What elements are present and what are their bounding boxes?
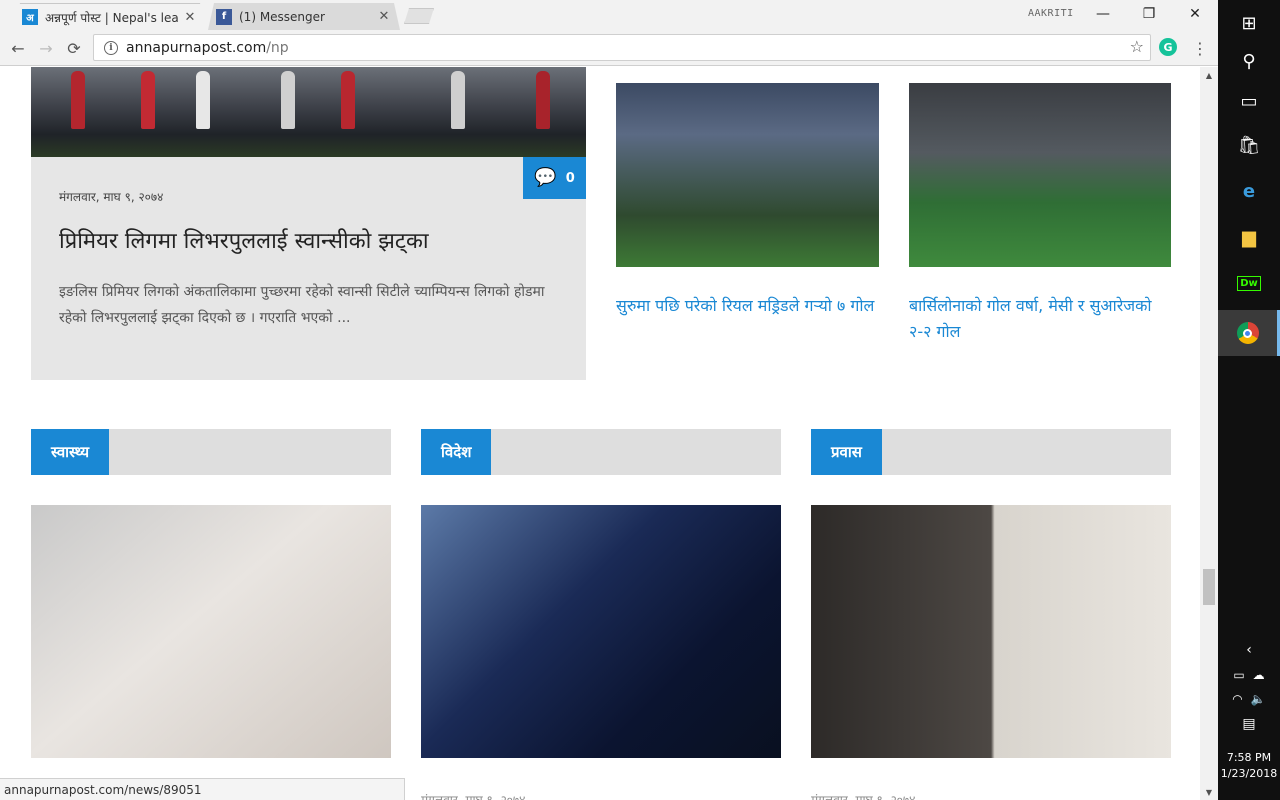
profile-name[interactable]: AAKRITI	[1028, 8, 1074, 19]
category-bar-diaspora: प्रवास	[811, 429, 1171, 475]
page-viewport: 💬 0 मंगलवार, माघ ९, २०७४ प्रिमियर लिगमा …	[0, 67, 1200, 800]
taskbar-clock[interactable]: 7:58 PM 1/23/2018	[1218, 750, 1280, 782]
tray-row-1: ▭ ☁	[1218, 668, 1280, 682]
forward-arrow-icon[interactable]: →	[34, 36, 58, 60]
close-tab-icon[interactable]: ✕	[376, 9, 392, 24]
bookmark-star-icon[interactable]: ☆	[1130, 37, 1144, 56]
url-path: /np	[266, 39, 289, 56]
diaspora-article-image[interactable]	[811, 505, 1171, 758]
category-bar-world: विदेश	[421, 429, 781, 475]
barcelona-news-image[interactable]	[909, 83, 1171, 267]
page-scrollbar[interactable]: ▲ ▼	[1200, 67, 1218, 800]
battery-icon[interactable]: ▭	[1233, 668, 1244, 682]
task-view-icon[interactable]: ▭	[1218, 78, 1280, 124]
browser-tab-strip: अ अन्नपूर्ण पोस्ट | Nepal's lea ✕ f (1) …	[0, 0, 1218, 30]
back-arrow-icon[interactable]: ←	[6, 36, 30, 60]
article-date: मंगलवार, माघ ९, २०७४	[59, 190, 164, 204]
comments-icon: 💬	[534, 167, 557, 188]
health-article-image[interactable]	[31, 505, 391, 758]
site-info-icon[interactable]: i	[104, 40, 118, 55]
facebook-favicon-icon: f	[216, 9, 232, 25]
scroll-down-icon[interactable]: ▼	[1200, 784, 1218, 800]
article-date: मंगलवार, माघ ९, २०७४	[811, 793, 916, 800]
show-hidden-icons-chevron-icon[interactable]: ‹	[1218, 642, 1280, 658]
comment-count-badge[interactable]: 💬 0	[523, 157, 586, 199]
news-title-link[interactable]: सुरुमा पछि परेको रियल मड्रिडले गर्‍यो ७ …	[616, 293, 879, 319]
tab-messenger[interactable]: f (1) Messenger ✕	[208, 3, 400, 30]
tab-title: अन्नपूर्ण पोस्ट | Nepal's lea	[45, 10, 179, 25]
url-host: annapurnapost.com	[126, 39, 267, 56]
chrome-menu-icon[interactable]: ⋮	[1192, 36, 1208, 60]
new-tab-button[interactable]	[404, 8, 434, 24]
category-bar-health: स्वास्थ्य	[31, 429, 391, 475]
link-status-bubble: annapurnapost.com/news/89051	[0, 778, 405, 800]
article-date: मंगलवार, माघ ९, २०७४	[421, 793, 526, 800]
featured-article-card: 💬 0 मंगलवार, माघ ९, २०७४ प्रिमियर लिगमा …	[31, 157, 586, 380]
article-title[interactable]: प्रिमियर लिगमा लिभरपुललाई स्वान्सीको झट्…	[59, 225, 429, 255]
news-title-link[interactable]: बार्सिलोनाको गोल वर्षा, मेसी र सुआरेजको …	[909, 293, 1172, 345]
annapurna-favicon-icon: अ	[22, 9, 38, 25]
restore-icon[interactable]: ❐	[1126, 0, 1172, 28]
url-text: annapurnapost.com/np	[126, 40, 289, 56]
grammarly-extension-icon[interactable]: G	[1159, 38, 1177, 56]
featured-article-image[interactable]	[31, 67, 586, 157]
windows-taskbar: ⊞ ⚲ ▭ 🛍 e ▆ Dw ‹ ▭ ☁ ◠ 🔈 ▤ 7:58 PM 1/23/…	[1218, 0, 1280, 800]
onedrive-cloud-icon[interactable]: ☁	[1253, 668, 1265, 682]
dreamweaver-icon[interactable]: Dw	[1218, 260, 1280, 306]
reload-icon[interactable]: ⟳	[62, 36, 86, 60]
edge-browser-icon[interactable]: e	[1218, 168, 1280, 214]
category-label-world[interactable]: विदेश	[421, 429, 492, 475]
real-madrid-news-image[interactable]	[616, 83, 879, 267]
store-icon[interactable]: 🛍	[1218, 122, 1280, 168]
comment-count: 0	[565, 170, 575, 186]
tab-annapurna-post[interactable]: अ अन्नपूर्ण पोस्ट | Nepal's lea ✕	[14, 3, 206, 30]
address-bar[interactable]: i annapurnapost.com/np ☆	[93, 34, 1151, 61]
world-article-image[interactable]	[421, 505, 781, 758]
scrollbar-thumb[interactable]	[1203, 569, 1215, 605]
browser-toolbar: ← → ⟳ i annapurnapost.com/np ☆ G ⋮	[0, 30, 1218, 66]
category-label-diaspora[interactable]: प्रवास	[811, 429, 882, 475]
category-label-health[interactable]: स्वास्थ्य	[31, 429, 110, 475]
clock-time: 7:58 PM	[1226, 751, 1272, 764]
scroll-up-icon[interactable]: ▲	[1200, 67, 1218, 83]
tray-row-2: ◠ 🔈	[1218, 692, 1280, 706]
clock-date: 1/23/2018	[1220, 767, 1278, 780]
wifi-icon[interactable]: ◠	[1232, 692, 1242, 706]
file-explorer-icon[interactable]: ▆	[1218, 214, 1280, 260]
tab-title: (1) Messenger	[239, 9, 325, 24]
article-excerpt: इङलिस प्रिमियर लिगको अंकतालिकामा पुच्छरम…	[59, 284, 545, 326]
close-window-icon[interactable]: ✕	[1172, 0, 1218, 28]
close-tab-icon[interactable]: ✕	[182, 10, 198, 25]
chrome-icon[interactable]	[1218, 310, 1280, 356]
screen: अ अन्नपूर्ण पोस्ट | Nepal's lea ✕ f (1) …	[0, 0, 1280, 800]
volume-icon[interactable]: 🔈	[1251, 692, 1266, 706]
minimize-icon[interactable]: —	[1080, 0, 1126, 28]
action-center-icon[interactable]: ▤	[1218, 716, 1280, 732]
